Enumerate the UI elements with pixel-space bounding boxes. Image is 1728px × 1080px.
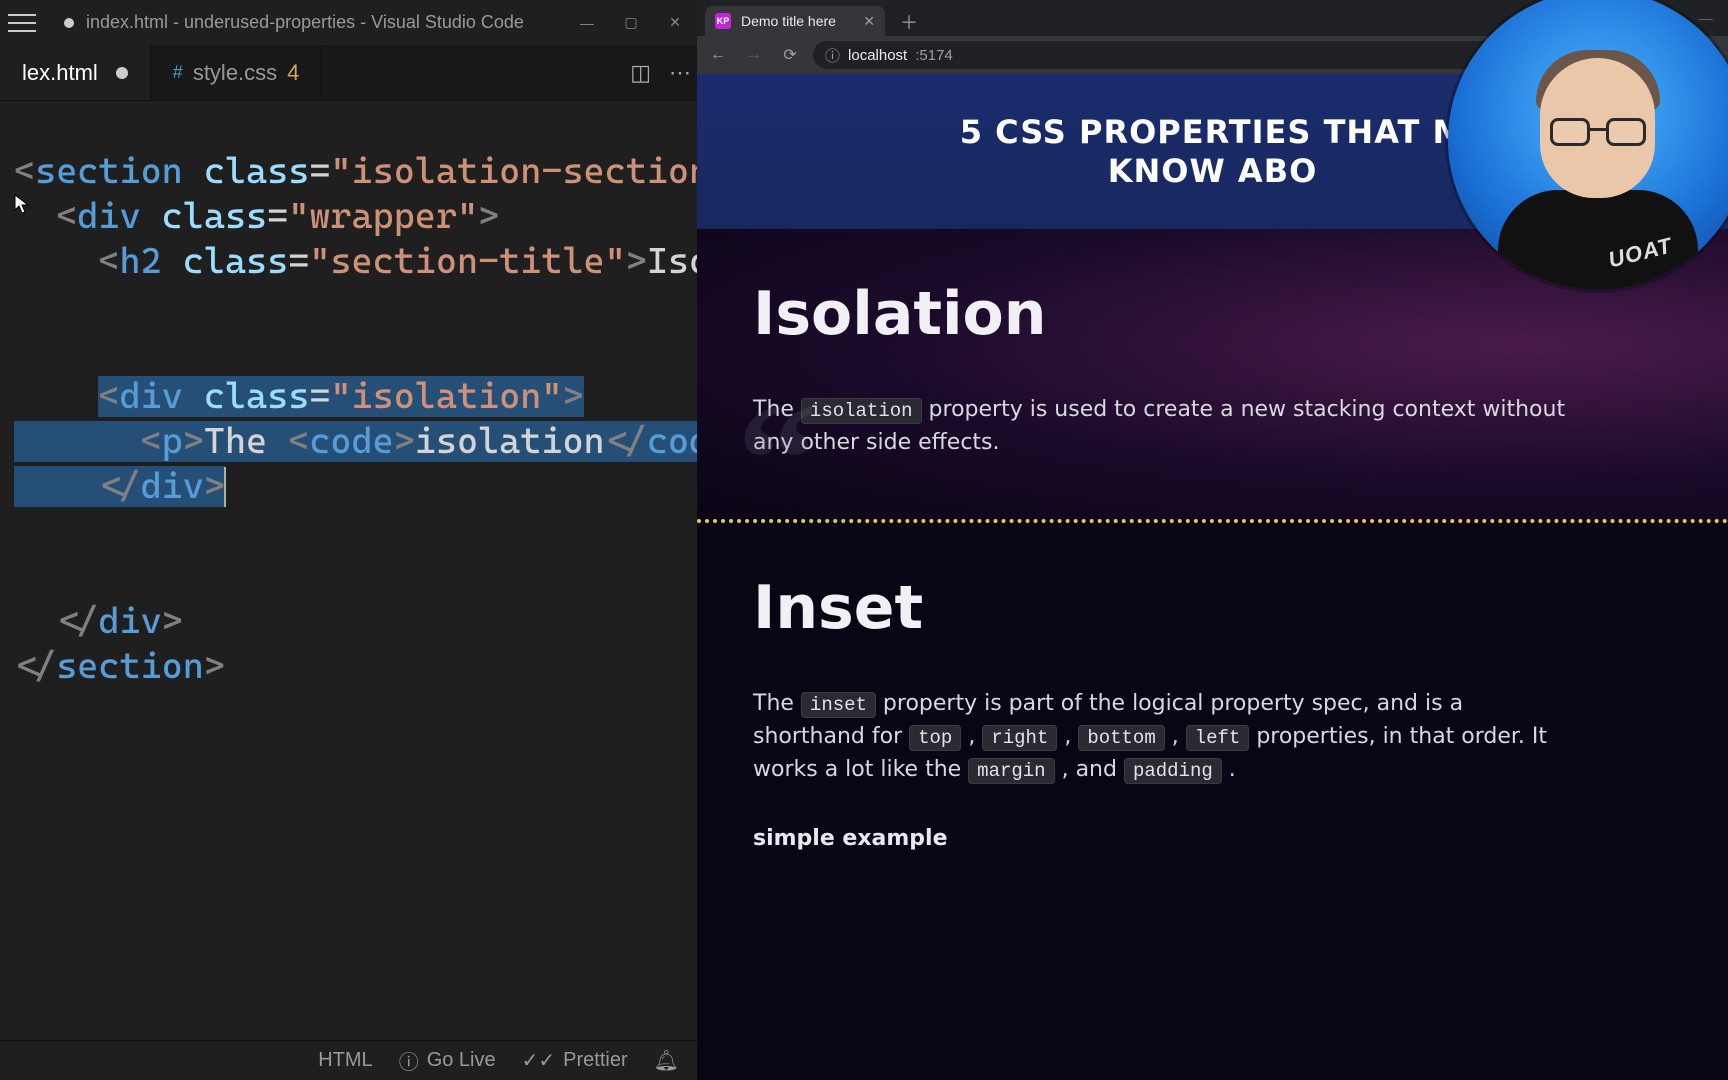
split-editor-icon[interactable]: ◫ <box>630 60 651 86</box>
code-line <box>14 554 697 599</box>
section-inset: Inset The inset property is part of the … <box>697 523 1728 911</box>
section-paragraph: The inset property is part of the logica… <box>753 687 1573 786</box>
css-file-icon: # <box>173 62 183 83</box>
presenter-avatar: UOAT <box>1488 40 1708 290</box>
dirty-dot-icon <box>116 67 128 79</box>
code-line: <div class="isolation"> <box>14 374 697 419</box>
vscode-statusbar: HTML ⓘGo Live ✓✓Prettier 🔔︎ <box>0 1040 697 1080</box>
quote-decoration-icon: “ <box>737 419 817 499</box>
vscode-titlebar: index.html - underused-properties - Visu… <box>0 0 697 45</box>
status-bell[interactable]: 🔔︎ <box>654 1048 679 1073</box>
check-icon: ✓✓ <box>522 1048 556 1073</box>
status-golive[interactable]: ⓘGo Live <box>399 1046 496 1075</box>
code-line <box>14 284 697 329</box>
browser-tab[interactable]: KP Demo title here ✕ <box>705 6 885 36</box>
menu-icon[interactable] <box>8 14 36 32</box>
code-pill: right <box>982 725 1057 751</box>
back-button[interactable]: ← <box>705 42 731 68</box>
mouse-pointer-icon <box>14 194 30 216</box>
tab-style-css[interactable]: # style.css 4 <box>151 45 323 100</box>
url-port: :5174 <box>915 47 953 64</box>
code-pill: padding <box>1124 758 1222 784</box>
glasses-icon <box>1550 118 1646 146</box>
code-line: </section> <box>14 644 697 689</box>
tab-filename: style.css <box>193 60 277 86</box>
code-line: <p>The <code>isolation</code> p <box>14 419 697 464</box>
window-title: index.html - underused-properties - Visu… <box>86 12 524 33</box>
vscode-window: index.html - underused-properties - Visu… <box>0 0 697 1080</box>
forward-button[interactable]: → <box>741 42 767 68</box>
banner-line1: 5 CSS PROPERTIES THAT M <box>960 113 1466 151</box>
tabbar-actions: ◫ ⋯ <box>630 45 691 101</box>
section-title: Inset <box>753 573 1728 643</box>
code-line <box>14 329 697 374</box>
close-tab-icon[interactable]: ✕ <box>863 13 875 30</box>
broadcast-icon: ⓘ <box>399 1046 419 1075</box>
favicon-icon: KP <box>715 13 731 29</box>
browser-window: KP Demo title here ✕ ＋ ⌄ — ← → ⟳ ⓘ local… <box>697 0 1728 1080</box>
code-pill: isolation <box>801 398 922 424</box>
more-actions-icon[interactable]: ⋯ <box>669 60 691 86</box>
code-line: <div class="wrapper"> <box>14 194 697 239</box>
site-info-icon[interactable]: ⓘ <box>825 45 840 66</box>
tab-index-html[interactable]: lex.html <box>0 45 151 100</box>
browser-tab-title: Demo title here <box>741 13 836 29</box>
vscode-window-controls: — ▢ ✕ <box>565 0 697 45</box>
new-tab-button[interactable]: ＋ <box>895 8 923 36</box>
status-language[interactable]: HTML <box>318 1049 372 1072</box>
text-cursor <box>224 467 226 507</box>
code-line: </div> <box>14 599 697 644</box>
editor-tabbar: lex.html # style.css 4 ◫ ⋯ <box>0 45 697 101</box>
code-pill: margin <box>968 758 1054 784</box>
presenter-webcam: UOAT <box>1448 0 1728 290</box>
banner-line2: KNOW ABO <box>1108 152 1318 190</box>
dirty-indicator-icon <box>64 18 74 28</box>
maximize-button[interactable]: ▢ <box>609 0 653 45</box>
code-line: </div> <box>14 464 697 509</box>
reload-button[interactable]: ⟳ <box>777 42 803 68</box>
code-line <box>14 509 697 554</box>
minimize-button[interactable]: — <box>565 0 609 45</box>
bell-icon: 🔔︎ <box>654 1048 679 1073</box>
subheading: simple example <box>753 826 1728 851</box>
code-editor[interactable]: <section class="isolation-section"> <div… <box>0 101 697 1040</box>
url-host: localhost <box>848 47 907 64</box>
code-line: <section class="isolation-section"> <box>14 149 697 194</box>
code-pill: inset <box>801 692 876 718</box>
code-pill: left <box>1186 725 1250 751</box>
close-button[interactable]: ✕ <box>653 0 697 45</box>
tab-filename: lex.html <box>22 60 98 86</box>
code-pill: top <box>909 725 961 751</box>
status-prettier[interactable]: ✓✓Prettier <box>522 1048 628 1073</box>
code-line: <h2 class="section-title">Isolati <box>14 239 697 284</box>
code-pill: bottom <box>1078 725 1164 751</box>
problems-badge: 4 <box>287 60 299 86</box>
section-paragraph: The isolation property is used to create… <box>753 393 1573 459</box>
